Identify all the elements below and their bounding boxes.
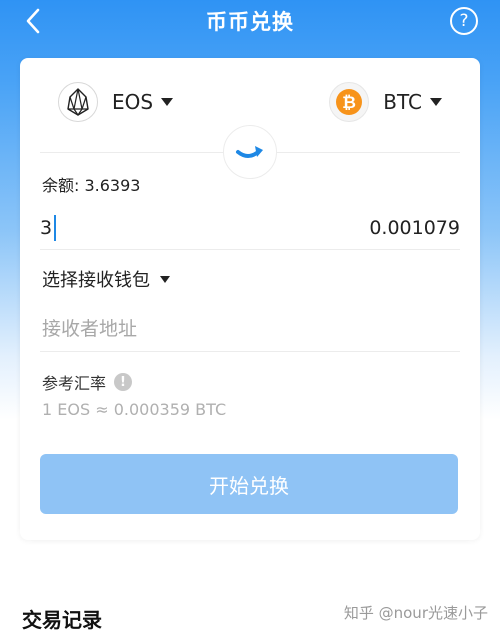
from-coin-name: EOS: [112, 90, 154, 114]
records-title: 交易记录: [22, 608, 102, 632]
caret-down-icon: [160, 275, 170, 283]
bitcoin-logo-icon: ₿: [329, 82, 370, 122]
svg-text:₿: ₿: [342, 93, 356, 113]
start-exchange-button[interactable]: 开始兑换: [40, 454, 458, 514]
swap-button[interactable]: [223, 125, 277, 179]
caret-down-icon: [430, 98, 442, 106]
wallet-select[interactable]: 选择接收钱包: [42, 266, 170, 292]
page-title: 币币兑换: [206, 10, 294, 34]
wallet-select-label: 选择接收钱包: [42, 270, 150, 291]
balance-text: 余额: 3.6393: [42, 176, 141, 195]
back-button[interactable]: [18, 6, 48, 36]
address-input[interactable]: 接收者地址: [40, 304, 460, 352]
watermark: 知乎 @nour光速小子: [343, 604, 488, 622]
rate-value: 1 EOS ≈ 0.000359 BTC: [42, 400, 227, 419]
amount-row: 3 0.001079: [40, 206, 460, 250]
to-coin-selector[interactable]: ₿ BTC: [329, 80, 442, 124]
chevron-left-icon: [26, 8, 40, 34]
from-coin-selector[interactable]: EOS: [58, 80, 174, 124]
text-cursor: [54, 214, 57, 241]
rate-label: 参考汇率: [42, 374, 107, 393]
to-coin-name: BTC: [383, 90, 422, 114]
amount-output: 0.001079: [369, 216, 460, 239]
help-button[interactable]: ?: [450, 7, 478, 35]
eos-logo-icon: [58, 82, 98, 122]
swap-arrow-icon: [236, 146, 263, 158]
caret-down-icon: [161, 98, 174, 106]
amount-input-value: 3: [40, 216, 53, 239]
info-icon[interactable]: !: [114, 373, 133, 391]
top-bar: 币币兑换 ?: [0, 0, 500, 42]
amount-input[interactable]: 3: [40, 214, 57, 241]
exchange-card: EOS ₿ BTC 余额: 3.6393 3 0.001079 选择接收钱包 接…: [20, 58, 480, 540]
rate-label-row: 参考汇率 !: [42, 370, 133, 394]
